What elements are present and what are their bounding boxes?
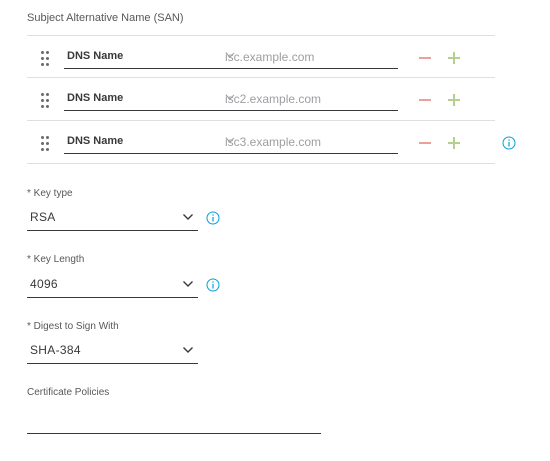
key-length-select[interactable]: 4096 [27,272,198,298]
san-row: DNS Name [27,78,495,121]
key-length-value: 4096 [30,277,58,291]
info-icon[interactable] [206,278,220,292]
info-icon[interactable] [206,211,220,225]
digest-value: SHA-384 [30,343,81,357]
san-type-select[interactable]: DNS Name [64,88,238,111]
san-type-value: DNS Name [67,92,124,104]
info-icon[interactable] [502,136,516,150]
chevron-down-icon [183,347,193,353]
digest-select[interactable]: SHA-384 [27,338,198,364]
chevron-down-icon [183,214,193,220]
san-type-value: DNS Name [67,135,124,147]
san-type-value: DNS Name [67,50,124,62]
key-type-value: RSA [30,210,56,224]
chevron-down-icon [183,281,193,287]
plus-icon[interactable] [447,51,461,65]
san-value-input[interactable] [222,46,398,69]
drag-handle-icon[interactable] [41,136,51,152]
minus-icon[interactable] [418,51,432,65]
certificate-policies-input[interactable] [27,410,321,434]
digest-label: * Digest to Sign With [27,321,119,332]
key-length-label: * Key Length [27,254,85,265]
san-value-input[interactable] [222,131,398,154]
plus-icon[interactable] [447,93,461,107]
san-type-select[interactable]: DNS Name [64,131,238,154]
san-rows: DNS Name DNS Name DNS Name [27,35,495,164]
key-type-label: * Key type [27,188,73,199]
drag-handle-icon[interactable] [41,51,51,67]
san-section-title: Subject Alternative Name (SAN) [27,12,184,24]
minus-icon[interactable] [418,93,432,107]
key-type-select[interactable]: RSA [27,205,198,231]
san-type-select[interactable]: DNS Name [64,46,238,69]
certificate-policies-label: Certificate Policies [27,387,110,398]
san-value-input[interactable] [222,88,398,111]
minus-icon[interactable] [418,136,432,150]
san-row: DNS Name [27,121,495,164]
plus-icon[interactable] [447,136,461,150]
drag-handle-icon[interactable] [41,93,51,109]
san-row: DNS Name [27,35,495,78]
